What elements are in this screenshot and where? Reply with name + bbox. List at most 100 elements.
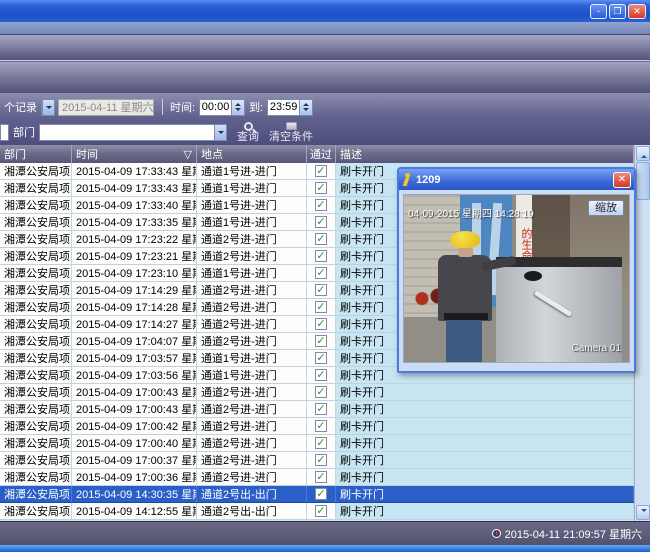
cell-time: 2015-04-09 17:33:43 星期四: [72, 163, 197, 179]
cell-time: 2015-04-09 17:00:43 星期四: [72, 401, 197, 417]
cell-dept: 湘潭公安局项...: [0, 384, 72, 400]
pass-checkbox[interactable]: ✓: [307, 163, 336, 179]
clipped-input[interactable]: [0, 124, 9, 141]
cell-location: 通道2号进-进门: [197, 231, 307, 247]
scroll-down-icon[interactable]: [636, 505, 650, 520]
pass-checkbox[interactable]: ✓: [307, 214, 336, 230]
popup-title-bar[interactable]: 1209 ✕: [399, 169, 634, 190]
check-icon: ✓: [316, 302, 325, 312]
check-icon: ✓: [316, 438, 325, 448]
time-label: 时间:: [170, 99, 195, 115]
records-combo[interactable]: [41, 99, 55, 116]
cell-time: 2015-04-09 14:30:35 星期四: [72, 486, 197, 502]
restore-button[interactable]: ❐: [609, 4, 626, 19]
toolbar-band-1: [0, 35, 650, 61]
scroll-up-icon[interactable]: [636, 146, 650, 161]
cell-time: 2015-04-09 17:33:35 星期四: [72, 214, 197, 230]
to-label: 到:: [249, 99, 263, 115]
pass-checkbox[interactable]: ✓: [307, 486, 336, 502]
vertical-scrollbar[interactable]: [634, 145, 650, 521]
date-select[interactable]: 2015-04-11 星期六: [58, 99, 154, 116]
pass-checkbox[interactable]: ✓: [307, 503, 336, 519]
header-department[interactable]: 部门: [0, 145, 72, 163]
department-select[interactable]: [39, 124, 227, 141]
pass-checkbox[interactable]: ✓: [307, 231, 336, 247]
cell-desc: 刷卡开门: [336, 435, 634, 451]
header-description[interactable]: 描述: [336, 145, 634, 163]
header-pass[interactable]: 通过: [307, 145, 336, 163]
zoom-button[interactable]: 缩放: [588, 200, 624, 216]
header-time[interactable]: 时间 ▽: [72, 145, 197, 163]
pass-checkbox[interactable]: ✓: [307, 265, 336, 281]
query-button[interactable]: 查询: [237, 122, 259, 143]
spinner-arrows-icon[interactable]: [231, 100, 244, 115]
pass-checkbox[interactable]: ✓: [307, 384, 336, 400]
check-icon: ✓: [316, 336, 325, 346]
pass-checkbox[interactable]: ✓: [307, 197, 336, 213]
check-icon: ✓: [316, 506, 325, 516]
table-row[interactable]: 湘潭公安局项... 2015-04-09 14:30:35 星期四 通道2号出-…: [0, 486, 634, 503]
cell-dept: 湘潭公安局项...: [0, 469, 72, 485]
pass-checkbox[interactable]: ✓: [307, 180, 336, 196]
pass-checkbox[interactable]: ✓: [307, 418, 336, 434]
popup-close-button[interactable]: ✕: [613, 172, 631, 188]
cell-dept: 湘潭公安局项...: [0, 452, 72, 468]
popup-body: 的生命 04-09-2015 星期四 14:28:19 缩放 Camera 01: [399, 190, 634, 367]
cell-dept: 湘潭公安局项...: [0, 163, 72, 179]
cell-location: 通道1号进-进门: [197, 367, 307, 383]
cell-desc: 刷卡开门: [336, 503, 634, 519]
pass-checkbox[interactable]: ✓: [307, 350, 336, 366]
cell-location: 通道2号进-进门: [197, 452, 307, 468]
pass-checkbox[interactable]: ✓: [307, 469, 336, 485]
cell-time: 2015-04-09 17:14:27 星期四: [72, 316, 197, 332]
table-row[interactable]: 湘潭公安局项... 2015-04-09 17:00:40 星期四 通道2号进-…: [0, 435, 634, 452]
chevron-down-icon[interactable]: [42, 100, 54, 115]
pass-checkbox[interactable]: ✓: [307, 248, 336, 264]
pass-checkbox[interactable]: ✓: [307, 367, 336, 383]
time-from-stepper[interactable]: 00:00: [199, 99, 245, 116]
pass-checkbox[interactable]: ✓: [307, 282, 336, 298]
sort-filter-icon[interactable]: ▽: [184, 148, 192, 161]
chevron-down-icon[interactable]: [214, 125, 226, 140]
table-row[interactable]: 湘潭公安局项... 2015-04-09 17:00:36 星期四 通道2号进-…: [0, 469, 634, 486]
cell-location: 通道2号进-进门: [197, 333, 307, 349]
table-row[interactable]: 湘潭公安局项... 2015-04-09 17:00:43 星期四 通道2号进-…: [0, 384, 634, 401]
header-location[interactable]: 地点: [197, 145, 307, 163]
time-from-value: 00:00: [200, 101, 231, 113]
clock-icon: [492, 529, 501, 538]
cell-dept: 湘潭公安局项...: [0, 367, 72, 383]
table-row[interactable]: 湘潭公安局项... 2015-04-09 17:00:42 星期四 通道2号进-…: [0, 418, 634, 435]
pass-checkbox[interactable]: ✓: [307, 333, 336, 349]
time-to-stepper[interactable]: 23:59: [267, 99, 313, 116]
scrollbar-thumb[interactable]: [636, 162, 650, 200]
pass-checkbox[interactable]: ✓: [307, 452, 336, 468]
clear-button-label: 清空条件: [269, 132, 313, 143]
cell-dept: 湘潭公安局项...: [0, 350, 72, 366]
yellow-hardhat: [450, 231, 480, 248]
spinner-arrows-icon[interactable]: [299, 100, 312, 115]
cell-location: 通道2号进-进门: [197, 469, 307, 485]
check-icon: ✓: [316, 251, 325, 261]
cell-dept: 湘潭公安局项...: [0, 503, 72, 519]
pass-checkbox[interactable]: ✓: [307, 401, 336, 417]
cell-dept: 湘潭公安局项...: [0, 316, 72, 332]
camera-popup-window[interactable]: 1209 ✕ 的生命 04-09-2015 星期四 14:28:19 缩放 Ca…: [397, 167, 636, 373]
menu-strip: [0, 22, 650, 35]
close-button[interactable]: ✕: [628, 4, 646, 19]
table-row[interactable]: 湘潭公安局项... 2015-04-09 17:00:43 星期四 通道2号进-…: [0, 401, 634, 418]
cell-time: 2015-04-09 17:00:43 星期四: [72, 384, 197, 400]
popup-title: 1209: [416, 174, 440, 186]
cell-time: 2015-04-09 17:04:07 星期四: [72, 333, 197, 349]
minimize-button[interactable]: -: [590, 4, 607, 19]
table-row[interactable]: 湘潭公安局项... 2015-04-09 14:12:55 星期四 通道2号出-…: [0, 503, 634, 520]
table-row[interactable]: 湘潭公安局项... 2015-04-09 17:00:37 星期四 通道2号进-…: [0, 452, 634, 469]
clear-conditions-button[interactable]: 清空条件: [269, 122, 313, 143]
cell-location: 通道2号进-进门: [197, 401, 307, 417]
check-icon: ✓: [316, 200, 325, 210]
toolbar-band-2: [0, 62, 650, 93]
cell-location: 通道2号进-进门: [197, 435, 307, 451]
pass-checkbox[interactable]: ✓: [307, 435, 336, 451]
pass-checkbox[interactable]: ✓: [307, 299, 336, 315]
pass-checkbox[interactable]: ✓: [307, 316, 336, 332]
cell-location: 通道2号进-进门: [197, 316, 307, 332]
